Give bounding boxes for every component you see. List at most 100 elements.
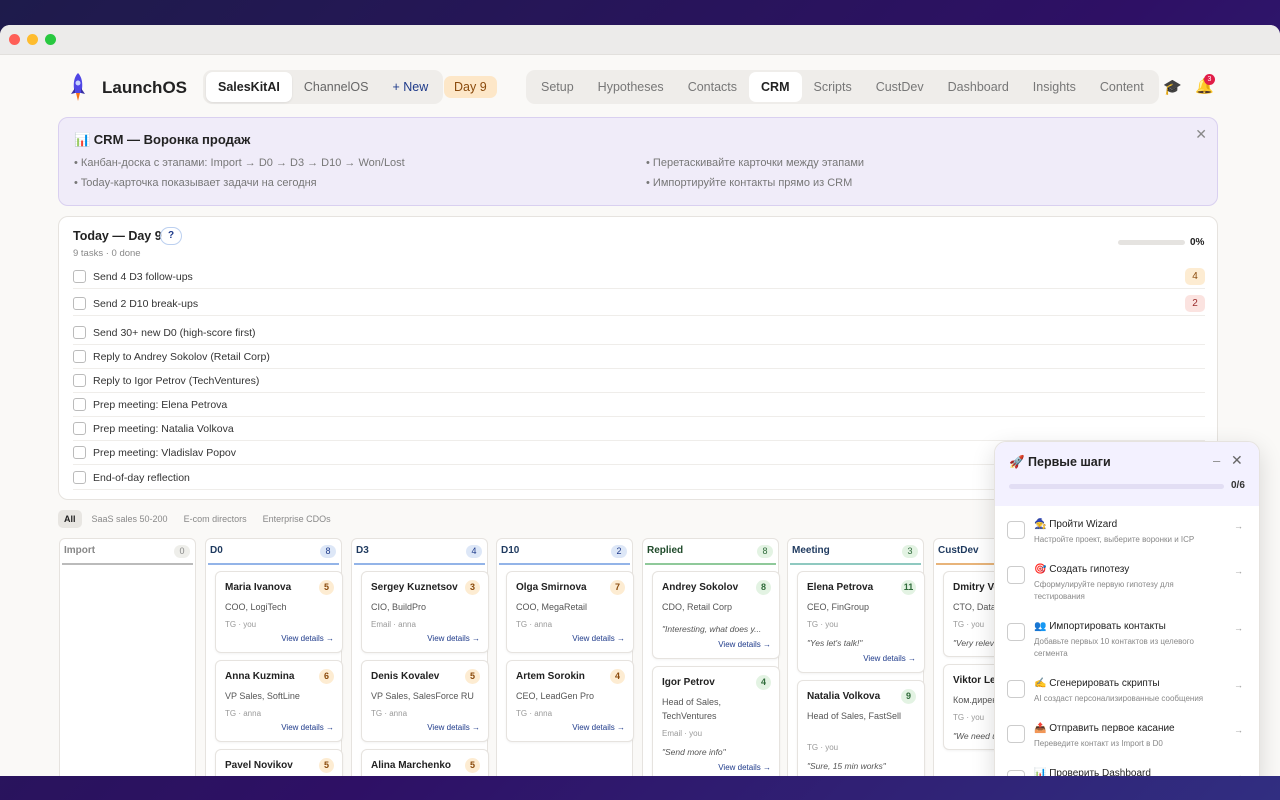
contact-card[interactable]: Natalia Volkova 9 Head of Sales, FastSell T… xyxy=(797,680,925,776)
step-description: Настройте проект, выберите воронки и ICP xyxy=(1034,535,1195,544)
view-details-link[interactable]: View details → xyxy=(281,634,334,643)
nav-tab-custdev[interactable]: CustDev xyxy=(864,72,936,102)
column-title: Replied xyxy=(647,545,684,556)
task-checkbox[interactable] xyxy=(73,446,86,459)
contact-card[interactable]: Artem Sorokin 4 CEO, LeadGen Pro TG · anna V… xyxy=(506,660,634,742)
crm-info-banner: 📊 CRM — Воронка продаж • Канбан-доска с … xyxy=(58,117,1218,206)
today-title: Today — Day 9 xyxy=(73,229,162,243)
task-checkbox[interactable] xyxy=(73,326,86,339)
view-details-link[interactable]: View details → xyxy=(718,763,771,772)
step-label: 🎯 Создать гипотезу xyxy=(1034,564,1130,575)
task-row[interactable]: Send 2 D10 break-ups 2 xyxy=(73,292,1205,316)
task-checkbox[interactable] xyxy=(73,297,86,310)
day-badge: Day 9 xyxy=(444,76,497,98)
contact-role: CIO, BuildPro xyxy=(371,602,427,612)
filter-saas[interactable]: SaaS sales 50-200 xyxy=(86,510,174,528)
column-divider xyxy=(790,563,921,565)
contact-card[interactable]: Igor Petrov 4 Head of Sales, TechVentures E… xyxy=(652,666,780,776)
task-row[interactable]: Prep meeting: Elena Petrova xyxy=(73,393,1205,417)
view-details-link[interactable]: View details → xyxy=(718,640,771,649)
score-badge: 3 xyxy=(465,580,480,595)
task-row[interactable]: Send 4 D3 follow-ups 4 xyxy=(73,265,1205,289)
arrow-right-icon[interactable]: → xyxy=(1234,680,1243,690)
task-checkbox[interactable] xyxy=(73,270,86,283)
task-checkbox[interactable] xyxy=(73,471,86,484)
onboarding-step[interactable]: 👥 Импортировать контакты Добавьте первых … xyxy=(1007,621,1243,661)
nav-tab-content[interactable]: Content xyxy=(1088,72,1156,102)
filter-enterprise[interactable]: Enterprise CDOs xyxy=(257,510,337,528)
view-details-link[interactable]: View details → xyxy=(427,634,480,643)
onboarding-step[interactable]: 📤 Отправить первое касание Переведите кон… xyxy=(1007,723,1243,763)
contact-card[interactable]: Alina Marchenko5CMO, TechRetailTG · dmit… xyxy=(361,749,489,776)
contact-card[interactable]: Pavel Novikov5CEO, CloudBaseTG · dmitry xyxy=(215,749,343,776)
task-row[interactable]: Reply to Andrey Sokolov (Retail Corp) xyxy=(73,345,1205,369)
nav-tab-crm[interactable]: CRM xyxy=(749,72,802,102)
step-checkbox[interactable] xyxy=(1007,566,1025,584)
arrow-right-icon[interactable]: → xyxy=(1234,566,1243,576)
task-label: Send 2 D10 break-ups xyxy=(93,297,199,310)
contact-card[interactable]: Denis Kovalev 5 VP Sales, SalesForce RU TG … xyxy=(361,660,489,742)
close-window-button[interactable] xyxy=(9,34,20,45)
step-checkbox[interactable] xyxy=(1007,770,1025,776)
arrow-right-icon[interactable]: → xyxy=(1234,770,1243,776)
contact-name: Anna Kuzmina xyxy=(225,671,295,682)
task-row[interactable]: Send 30+ new D0 (high-score first) xyxy=(73,321,1205,345)
step-label: 📤 Отправить первое касание xyxy=(1034,723,1175,734)
arrow-right-icon[interactable]: → xyxy=(1234,623,1243,633)
step-description: Переведите контакт из Import в D0 xyxy=(1034,739,1163,748)
contact-card[interactable]: Andrey Sokolov 8 CDO, Retail Corp "Interest… xyxy=(652,571,780,659)
maximize-window-button[interactable] xyxy=(45,34,56,45)
help-button[interactable]: ? xyxy=(160,227,182,245)
contact-card[interactable]: Maria Ivanova 5 COO, LogiTech TG · you View … xyxy=(215,571,343,653)
view-details-link[interactable]: View details → xyxy=(572,723,625,732)
filter-all[interactable]: All xyxy=(58,510,82,528)
nav-tab-insights[interactable]: Insights xyxy=(1021,72,1088,102)
minimize-icon[interactable]: – xyxy=(1213,453,1220,468)
contact-name: Andrey Sokolov xyxy=(662,582,739,593)
column-count: 3 xyxy=(902,545,918,558)
contact-card[interactable]: Olga Smirnova 7 COO, MegaRetail TG · anna Vi… xyxy=(506,571,634,653)
task-checkbox[interactable] xyxy=(73,422,86,435)
nav-tab-dashboard[interactable]: Dashboard xyxy=(936,72,1021,102)
task-label: End-of-day reflection xyxy=(93,471,190,484)
contact-card[interactable]: Anna Kuzmina 6 VP Sales, SoftLine TG · anna… xyxy=(215,660,343,742)
contact-card[interactable]: Elena Petrova 11 CEO, FinGroup TG · you "Yes… xyxy=(797,571,925,673)
new-project-button[interactable]: + New xyxy=(380,72,440,102)
onboarding-step[interactable]: ✍️ Сгенерировать скрипты AI создаст персо… xyxy=(1007,678,1243,718)
contact-role: VP Sales, SoftLine xyxy=(225,691,300,701)
task-row[interactable]: Prep meeting: Natalia Volkova xyxy=(73,417,1205,441)
step-checkbox[interactable] xyxy=(1007,623,1025,641)
task-checkbox[interactable] xyxy=(73,350,86,363)
minimize-window-button[interactable] xyxy=(27,34,38,45)
arrow-right-icon[interactable]: → xyxy=(1234,521,1243,531)
contact-card[interactable]: Sergey Kuznetsov 3 CIO, BuildPro Email · an… xyxy=(361,571,489,653)
contact-meta: TG · you xyxy=(953,620,985,629)
view-details-link[interactable]: View details → xyxy=(572,634,625,643)
view-details-link[interactable]: View details → xyxy=(281,723,334,732)
task-row[interactable]: Reply to Igor Petrov (TechVentures) xyxy=(73,369,1205,393)
arrow-right-icon[interactable]: → xyxy=(1234,725,1243,735)
filter-ecom[interactable]: E-com directors xyxy=(178,510,253,528)
project-tab-channelos[interactable]: ChannelOS xyxy=(292,72,381,102)
nav-tab-setup[interactable]: Setup xyxy=(529,72,586,102)
step-checkbox[interactable] xyxy=(1007,521,1025,539)
task-checkbox[interactable] xyxy=(73,398,86,411)
onboarding-step[interactable]: 🎯 Создать гипотезу Сформулируйте первую г… xyxy=(1007,564,1243,604)
project-tab-saleskitai[interactable]: SalesKitAI xyxy=(206,72,292,102)
task-count-badge: 2 xyxy=(1185,295,1205,312)
view-details-link[interactable]: View details → xyxy=(863,654,916,663)
step-checkbox[interactable] xyxy=(1007,725,1025,743)
step-checkbox[interactable] xyxy=(1007,680,1025,698)
onboarding-step[interactable]: 📊 Проверить DashboardПосмотрите метрики … xyxy=(1007,768,1243,776)
nav-tab-scripts[interactable]: Scripts xyxy=(802,72,864,102)
nav-tab-contacts[interactable]: Contacts xyxy=(676,72,749,102)
close-icon[interactable]: ✕ xyxy=(1195,126,1207,143)
nav-tab-hypotheses[interactable]: Hypotheses xyxy=(586,72,676,102)
task-checkbox[interactable] xyxy=(73,374,86,387)
contact-role: COO, MegaRetail xyxy=(516,602,588,612)
close-icon[interactable]: ✕ xyxy=(1231,452,1243,469)
onboarding-step[interactable]: 🧙 Пройти Wizard Настройте проект, выберит… xyxy=(1007,519,1243,559)
contact-role: VP Sales, SalesForce RU xyxy=(371,691,474,701)
graduation-cap-icon[interactable]: 🎓 xyxy=(1163,78,1182,96)
view-details-link[interactable]: View details → xyxy=(427,723,480,732)
